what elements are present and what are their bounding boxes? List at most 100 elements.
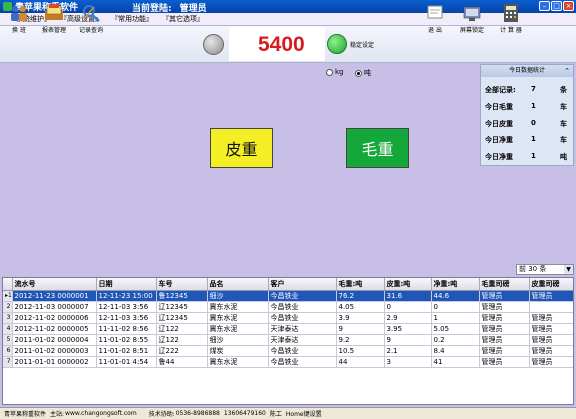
cell-product[interactable]: 细沙 [207, 334, 269, 346]
cell-plate[interactable]: 鲁44 [156, 356, 208, 368]
cell-net[interactable]: 0.2 [431, 334, 480, 346]
col-tare-operator[interactable]: 皮重司磅 [529, 278, 573, 291]
cell-serial[interactable]: 2012-11-02 0000006 [12, 312, 97, 324]
unit-kg[interactable]: kg [326, 68, 344, 76]
cell-product[interactable]: 冀东水泥 [207, 301, 269, 313]
cell-customer[interactable]: 天津泰达 [268, 334, 337, 346]
row-indicator[interactable]: ▸1 [3, 290, 13, 302]
col-plate[interactable]: 车号 [156, 278, 208, 291]
cell-gross-operator[interactable]: 管理员 [479, 323, 530, 335]
cell-tare-operator[interactable]: 管理员 [529, 356, 573, 368]
exit-button[interactable]: 退 出 [420, 1, 450, 36]
cell-customer[interactable]: 今昌铁业 [268, 290, 337, 302]
radio-kg[interactable] [326, 68, 333, 76]
cell-gross-operator[interactable]: 管理员 [479, 334, 530, 346]
tare-button[interactable]: 皮重 [210, 128, 273, 168]
cell-customer[interactable]: 今昌铁业 [268, 345, 337, 357]
close-icon[interactable]: × [563, 1, 574, 11]
cell-product[interactable]: 冀东水泥 [207, 312, 269, 324]
cell-tare-operator[interactable]: 管理员 [529, 312, 573, 324]
cell-gross[interactable]: 44 [336, 356, 385, 368]
cell-serial[interactable]: 2012-11-23 0000001 [12, 290, 97, 302]
cell-plate[interactable]: 辽12345 [156, 301, 208, 313]
col-gross[interactable]: 毛重:吨 [336, 278, 385, 291]
col-tare[interactable]: 皮重:吨 [384, 278, 432, 291]
row-indicator[interactable]: 6 [3, 345, 13, 357]
cell-tare[interactable]: 9 [384, 334, 432, 346]
cell-gross[interactable]: 10.5 [336, 345, 385, 357]
cell-net[interactable]: 8.4 [431, 345, 480, 357]
lock-screen-button[interactable]: 屏幕锁定 [456, 1, 488, 36]
row-indicator[interactable]: 3 [3, 312, 13, 324]
col-net[interactable]: 净重:吨 [431, 278, 480, 291]
cell-gross[interactable]: 4.05 [336, 301, 385, 313]
cell-gross-operator[interactable]: 管理员 [479, 301, 530, 313]
cell-serial[interactable]: 2012-11-03 0000007 [12, 301, 97, 313]
table-row[interactable]: 3 2012-11-02 0000006 12-11-03 3:56 辽12345 冀东… [3, 312, 573, 324]
table-row[interactable]: 2 2012-11-03 0000007 12-11-03 3:56 辽12345 冀东… [3, 301, 573, 313]
cell-date[interactable]: 11-01-02 8:55 [96, 334, 157, 346]
cell-serial[interactable]: 2011-01-02 0000004 [12, 334, 97, 346]
cell-gross[interactable]: 9 [336, 323, 385, 335]
cell-tare[interactable]: 31.6 [384, 290, 432, 302]
cell-plate[interactable]: 辽12345 [156, 312, 208, 324]
cell-net[interactable]: 1 [431, 312, 480, 324]
table-row[interactable]: 7 2011-01-01 0000002 11-01-01 4:54 鲁44 冀东水泥今… [3, 356, 573, 368]
cell-net[interactable]: 5.05 [431, 323, 480, 335]
col-serial[interactable]: 流水号 [12, 278, 97, 291]
cell-customer[interactable]: 天津泰达 [268, 323, 337, 335]
shift-button[interactable]: 换 班 [3, 1, 35, 36]
table-row[interactable]: 6 2011-01-02 0000003 11-01-02 8:51 辽222 煤炭 今昌… [3, 345, 573, 357]
cell-serial[interactable]: 2012-11-02 0000005 [12, 323, 97, 335]
cell-tare[interactable]: 2.1 [384, 345, 432, 357]
table-row[interactable]: 5 2011-01-02 0000004 11-01-02 8:55 辽122 细沙 天津… [3, 334, 573, 346]
cell-net[interactable]: 44.6 [431, 290, 480, 302]
maximize-icon[interactable]: □ [551, 1, 562, 11]
status-site[interactable]: www.changongsoft.com [65, 410, 137, 417]
query-button[interactable]: 记录查询 [74, 1, 108, 36]
cell-tare[interactable]: 3 [384, 356, 432, 368]
row-indicator[interactable]: 5 [3, 334, 13, 346]
cell-date[interactable]: 12-11-03 3:56 [96, 301, 157, 313]
cell-gross-operator[interactable]: 管理员 [479, 356, 530, 368]
cell-date[interactable]: 11-01-02 8:51 [96, 345, 157, 357]
cell-serial[interactable]: 2011-01-01 0000002 [12, 356, 97, 368]
cell-gross[interactable]: 9.2 [336, 334, 385, 346]
gross-button[interactable]: 毛重 [346, 128, 409, 168]
cell-product[interactable]: 煤炭 [207, 345, 269, 357]
col-product[interactable]: 品名 [207, 278, 269, 291]
cell-gross-operator[interactable]: 管理员 [479, 345, 530, 357]
col-customer[interactable]: 客户 [268, 278, 337, 291]
cell-serial[interactable]: 2011-01-02 0000003 [12, 345, 97, 357]
row-indicator[interactable]: 7 [3, 356, 13, 368]
cell-gross-operator[interactable]: 管理员 [479, 312, 530, 324]
cell-customer[interactable]: 今昌铁业 [268, 301, 337, 313]
cell-tare[interactable]: 2.9 [384, 312, 432, 324]
cell-gross-operator[interactable]: 管理员 [479, 290, 530, 302]
row-indicator[interactable]: 2 [3, 301, 13, 313]
cell-net[interactable]: 41 [431, 356, 480, 368]
cell-tare[interactable]: 0 [384, 301, 432, 313]
table-row[interactable]: 4 2012-11-02 0000005 11-11-02 8:56 辽122 冀东水泥… [3, 323, 573, 335]
cell-date[interactable]: 12-11-23 15:00 [96, 290, 157, 302]
col-date[interactable]: 日期 [96, 278, 157, 291]
table-row[interactable]: ▸1 2012-11-23 0000001 12-11-23 15:00 鲁12345… [3, 290, 573, 302]
cell-plate[interactable]: 辽222 [156, 345, 208, 357]
cell-date[interactable]: 11-01-01 4:54 [96, 356, 157, 368]
col-gross-operator[interactable]: 毛重司磅 [479, 278, 530, 291]
cell-product[interactable]: 冀东水泥 [207, 323, 269, 335]
cell-plate[interactable]: 辽122 [156, 334, 208, 346]
record-count-select[interactable]: 前 30 条 ▼ [516, 264, 574, 275]
minimize-icon[interactable]: – [539, 1, 550, 11]
cell-tare-operator[interactable]: 管理员 [529, 290, 573, 302]
cell-tare[interactable]: 3.95 [384, 323, 432, 335]
cell-date[interactable]: 12-11-03 3:56 [96, 312, 157, 324]
cell-date[interactable]: 11-11-02 8:56 [96, 323, 157, 335]
cell-net[interactable]: 0 [431, 301, 480, 313]
cell-tare-operator[interactable] [529, 301, 573, 313]
unit-ton[interactable]: 吨 [355, 68, 371, 78]
calculator-button[interactable]: 计 算 器 [494, 1, 528, 36]
collapse-icon[interactable]: ⌃ [564, 65, 570, 77]
cell-tare-operator[interactable]: 管理员 [529, 345, 573, 357]
cell-gross[interactable]: 3.9 [336, 312, 385, 324]
